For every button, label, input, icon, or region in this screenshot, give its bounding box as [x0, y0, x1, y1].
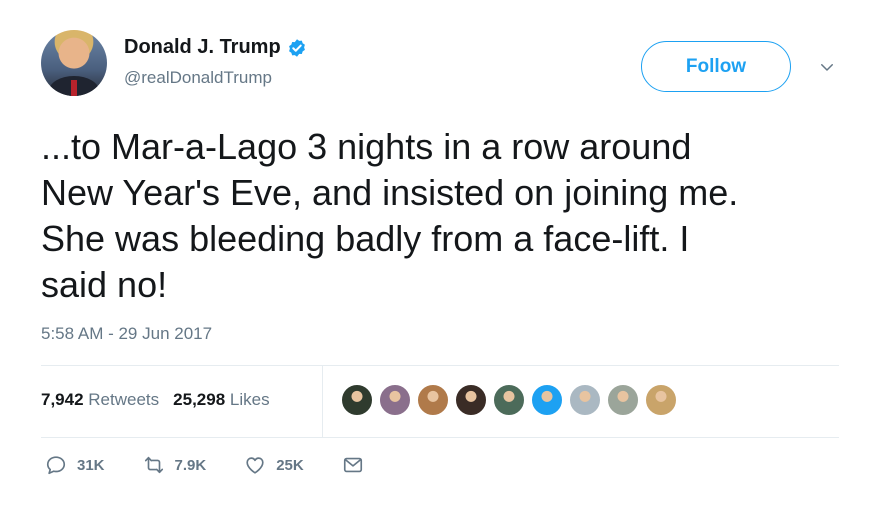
- divider-bottom: [41, 437, 839, 438]
- liker-avatar[interactable]: [416, 383, 450, 417]
- user-handle[interactable]: @realDonaldTrump: [124, 68, 272, 88]
- retweet-count: 7.9K: [174, 456, 207, 474]
- stats-divider: [322, 366, 323, 437]
- likes-count: 25,298: [173, 390, 226, 409]
- likes-label: Likes: [229, 390, 270, 409]
- verified-badge-icon: [288, 38, 305, 57]
- divider-top: [41, 365, 839, 366]
- reply-count: 31K: [77, 456, 105, 474]
- liker-avatar[interactable]: [606, 383, 640, 417]
- engagement-stats: 7,942 Retweets 25,298 Likes: [41, 390, 270, 410]
- reply-button[interactable]: 31K: [45, 454, 105, 476]
- heart-icon: [246, 457, 264, 474]
- envelope-icon: [343, 457, 362, 473]
- liker-avatar[interactable]: [644, 383, 678, 417]
- retweets-count: 7,942: [41, 390, 84, 409]
- tweet-actions: 31K 7.9K 25K: [45, 454, 402, 476]
- liker-avatars: [340, 383, 678, 417]
- avatar-tie: [71, 80, 77, 96]
- tweet-text: ...to Mar-a-Lago 3 nights in a row aroun…: [41, 126, 739, 305]
- retweets-stat[interactable]: 7,942 Retweets: [41, 390, 159, 410]
- liker-avatar[interactable]: [492, 383, 526, 417]
- direct-message-button[interactable]: [342, 454, 364, 476]
- retweet-icon: [144, 456, 163, 474]
- like-count: 25K: [276, 456, 304, 474]
- liker-avatar[interactable]: [530, 383, 564, 417]
- retweets-label: Retweets: [88, 390, 160, 409]
- likes-stat[interactable]: 25,298 Likes: [173, 390, 269, 410]
- like-button[interactable]: 25K: [244, 454, 304, 476]
- liker-avatar[interactable]: [568, 383, 602, 417]
- retweet-button[interactable]: 7.9K: [143, 454, 207, 476]
- liker-avatar[interactable]: [340, 383, 374, 417]
- name-row: Donald J. Trump: [124, 36, 307, 59]
- follow-button[interactable]: Follow: [641, 41, 791, 92]
- profile-avatar[interactable]: [41, 30, 107, 96]
- chevron-down-icon[interactable]: [818, 58, 836, 76]
- display-name[interactable]: Donald J. Trump: [124, 36, 281, 59]
- liker-avatar[interactable]: [378, 383, 412, 417]
- reply-icon: [46, 456, 66, 475]
- liker-avatar[interactable]: [454, 383, 488, 417]
- tweet-timestamp[interactable]: 5:58 AM - 29 Jun 2017: [41, 324, 212, 344]
